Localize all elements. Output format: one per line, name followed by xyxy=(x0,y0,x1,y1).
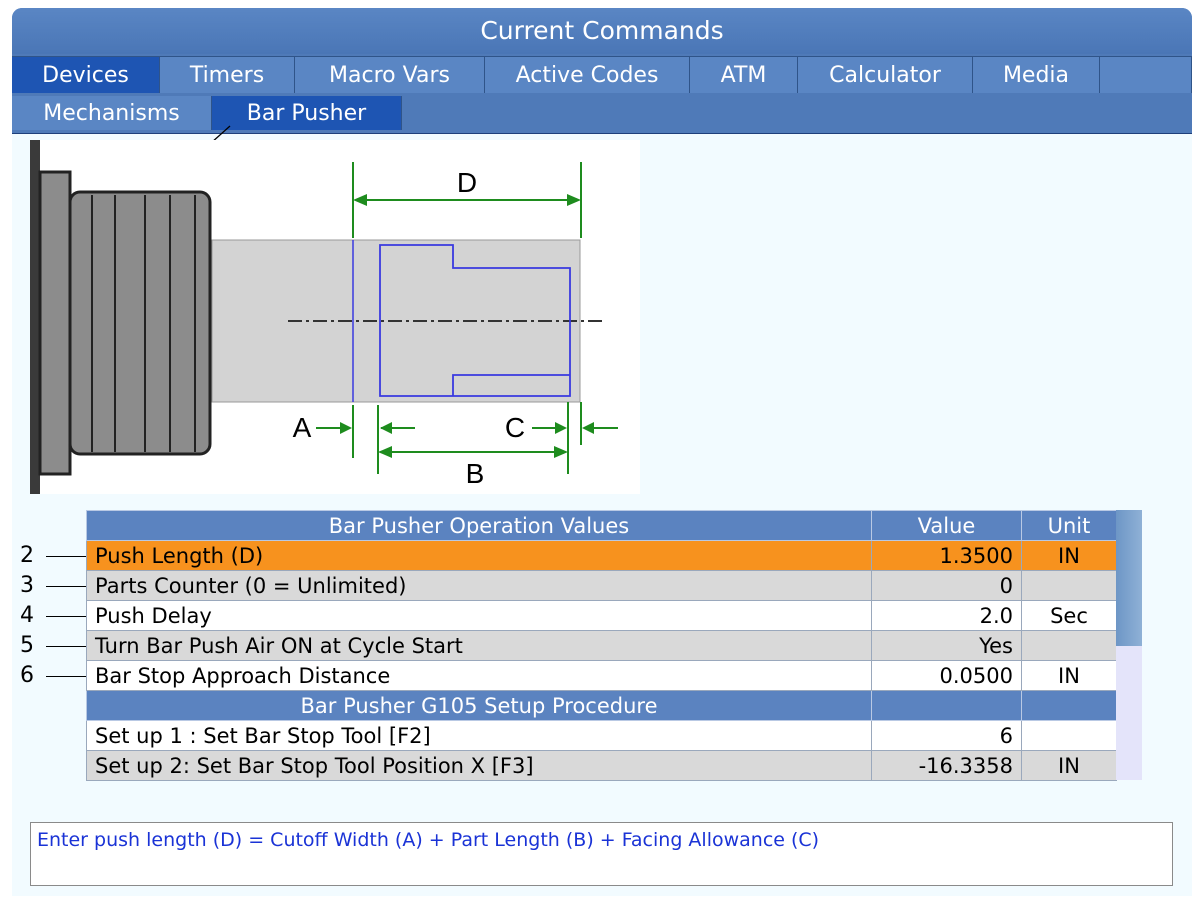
chuck-body xyxy=(38,170,72,476)
table-header-unit: Unit xyxy=(1021,510,1117,541)
callout-leader-4 xyxy=(46,616,86,617)
row-value[interactable]: 0 xyxy=(871,570,1022,601)
dimension-d-label: D xyxy=(457,167,477,198)
row-label: Parts Counter (0 = Unlimited) xyxy=(86,570,872,601)
bar-pusher-diagram: D A B C xyxy=(30,140,640,494)
row-label: Push Length (D) xyxy=(86,540,872,571)
row-value[interactable]: 2.0 xyxy=(871,600,1022,631)
table-row-setup-1[interactable]: Set up 1 : Set Bar Stop Tool [F2] 6 xyxy=(86,720,1117,751)
scrollbar-thumb[interactable] xyxy=(1116,510,1142,646)
row-unit: IN xyxy=(1021,750,1117,781)
row-value[interactable]: Yes xyxy=(871,630,1022,661)
bar-pusher-values-table: Bar Pusher Operation Values Value Unit P… xyxy=(86,510,1117,781)
row-label: Push Delay xyxy=(86,600,872,631)
callout-number-2: 2 xyxy=(20,543,34,568)
row-unit: IN xyxy=(1021,540,1117,571)
dimension-c-label: C xyxy=(505,412,525,443)
row-value[interactable]: 1.3500 xyxy=(871,540,1022,571)
row-label: Bar Stop Approach Distance xyxy=(86,660,872,691)
callout-number-3: 3 xyxy=(20,573,34,598)
table-row-parts-counter[interactable]: Parts Counter (0 = Unlimited) 0 xyxy=(86,570,1117,601)
table-section-header: Bar Pusher G105 Setup Procedure xyxy=(86,690,1117,721)
row-unit: Sec xyxy=(1021,600,1117,631)
table-header-value: Value xyxy=(871,510,1022,541)
callout-number-4: 4 xyxy=(20,603,34,628)
callout-leader-2 xyxy=(46,556,86,557)
row-unit xyxy=(1021,630,1117,661)
row-value[interactable]: -16.3358 xyxy=(871,750,1022,781)
row-value[interactable]: 6 xyxy=(871,720,1022,751)
row-label: Set up 2: Set Bar Stop Tool Position X [… xyxy=(86,750,872,781)
section-title: Bar Pusher G105 Setup Procedure xyxy=(86,690,872,721)
dimension-a-label: A xyxy=(293,412,312,443)
callout-number-6: 6 xyxy=(20,663,34,688)
table-row-setup-2[interactable]: Set up 2: Set Bar Stop Tool Position X [… xyxy=(86,750,1117,781)
table-row-push-delay[interactable]: Push Delay 2.0 Sec xyxy=(86,600,1117,631)
table-header-row: Bar Pusher Operation Values Value Unit xyxy=(86,510,1117,541)
table-row-bar-push-air[interactable]: Turn Bar Push Air ON at Cycle Start Yes xyxy=(86,630,1117,661)
table-header-title: Bar Pusher Operation Values xyxy=(86,510,872,541)
table-scrollbar[interactable] xyxy=(1116,510,1142,780)
row-value[interactable]: 0.0500 xyxy=(871,660,1022,691)
callout-number-5: 5 xyxy=(20,633,34,658)
table-row-push-length[interactable]: Push Length (D) 1.3500 IN xyxy=(86,540,1117,571)
row-label: Turn Bar Push Air ON at Cycle Start xyxy=(86,630,872,661)
row-label: Set up 1 : Set Bar Stop Tool [F2] xyxy=(86,720,872,751)
help-text-box: Enter push length (D) = Cutoff Width (A)… xyxy=(30,822,1173,886)
callout-leader-3 xyxy=(46,586,86,587)
callout-leader-6 xyxy=(46,676,86,677)
callout-leader-5 xyxy=(46,646,86,647)
row-unit: IN xyxy=(1021,660,1117,691)
row-unit xyxy=(1021,720,1117,751)
table-row-approach-distance[interactable]: Bar Stop Approach Distance 0.0500 IN xyxy=(86,660,1117,691)
dimension-b-label: B xyxy=(466,458,485,489)
row-unit xyxy=(1021,570,1117,601)
